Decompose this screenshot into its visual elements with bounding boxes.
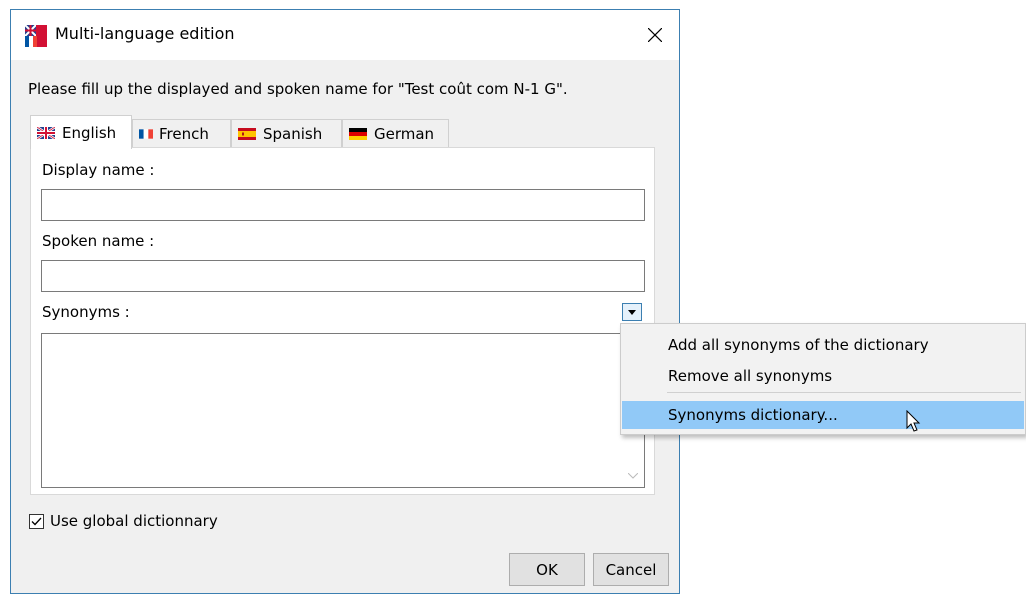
close-button[interactable] — [631, 10, 679, 60]
tab-label: French — [159, 124, 209, 143]
mouse-cursor-icon — [906, 410, 921, 432]
menu-item-remove-all-synonyms[interactable]: Remove all synonyms — [622, 362, 1024, 390]
synonyms-context-menu: Add all synonyms of the dictionary Remov… — [620, 323, 1026, 435]
display-name-input[interactable] — [42, 190, 644, 220]
global-dictionary-label: Use global dictionnary — [50, 512, 218, 530]
scroll-down-icon[interactable] — [628, 473, 638, 479]
close-icon — [648, 28, 662, 42]
tab-spanish[interactable]: Spanish — [231, 119, 342, 147]
instruction-text: Please fill up the displayed and spoken … — [28, 80, 568, 98]
tab-label: German — [374, 124, 435, 143]
global-dictionary-option[interactable]: Use global dictionnary — [29, 512, 218, 530]
tab-label: Spanish — [263, 124, 323, 143]
synonyms-textarea[interactable] — [41, 333, 645, 488]
spain-flag-icon — [238, 127, 256, 140]
menu-separator — [667, 392, 1021, 393]
tab-french[interactable]: French — [132, 119, 231, 147]
tab-panel-english: Display name : Spoken name : Synonyms : — [30, 147, 655, 495]
menu-item-synonyms-dictionary[interactable]: Synonyms dictionary... — [622, 401, 1024, 429]
uk-flag-icon — [37, 126, 55, 139]
france-flag-icon — [139, 128, 153, 139]
synonyms-label: Synonyms : — [42, 303, 130, 321]
title-bar[interactable]: Multi-language edition — [11, 10, 679, 60]
app-flags-icon — [25, 25, 47, 47]
display-name-field[interactable] — [41, 189, 645, 221]
germany-flag-icon — [349, 127, 367, 140]
display-name-label: Display name : — [42, 161, 155, 179]
caret-down-icon — [628, 309, 636, 315]
cancel-button[interactable]: Cancel — [593, 553, 669, 586]
spoken-name-input[interactable] — [42, 261, 644, 291]
tab-english[interactable]: English — [30, 115, 132, 149]
tab-label: English — [62, 123, 117, 142]
ok-button[interactable]: OK — [509, 553, 585, 586]
global-dictionary-checkbox[interactable] — [29, 513, 44, 529]
spoken-name-label: Spoken name : — [42, 232, 155, 250]
multi-language-dialog: Multi-language edition Please fill up th… — [10, 9, 680, 594]
spoken-name-field[interactable] — [41, 260, 645, 292]
menu-item-add-all-synonyms[interactable]: Add all synonyms of the dictionary — [622, 331, 1024, 359]
checkmark-icon — [31, 517, 42, 525]
tab-german[interactable]: German — [342, 119, 449, 147]
synonyms-menu-button[interactable] — [622, 303, 642, 321]
window-title: Multi-language edition — [55, 24, 235, 43]
